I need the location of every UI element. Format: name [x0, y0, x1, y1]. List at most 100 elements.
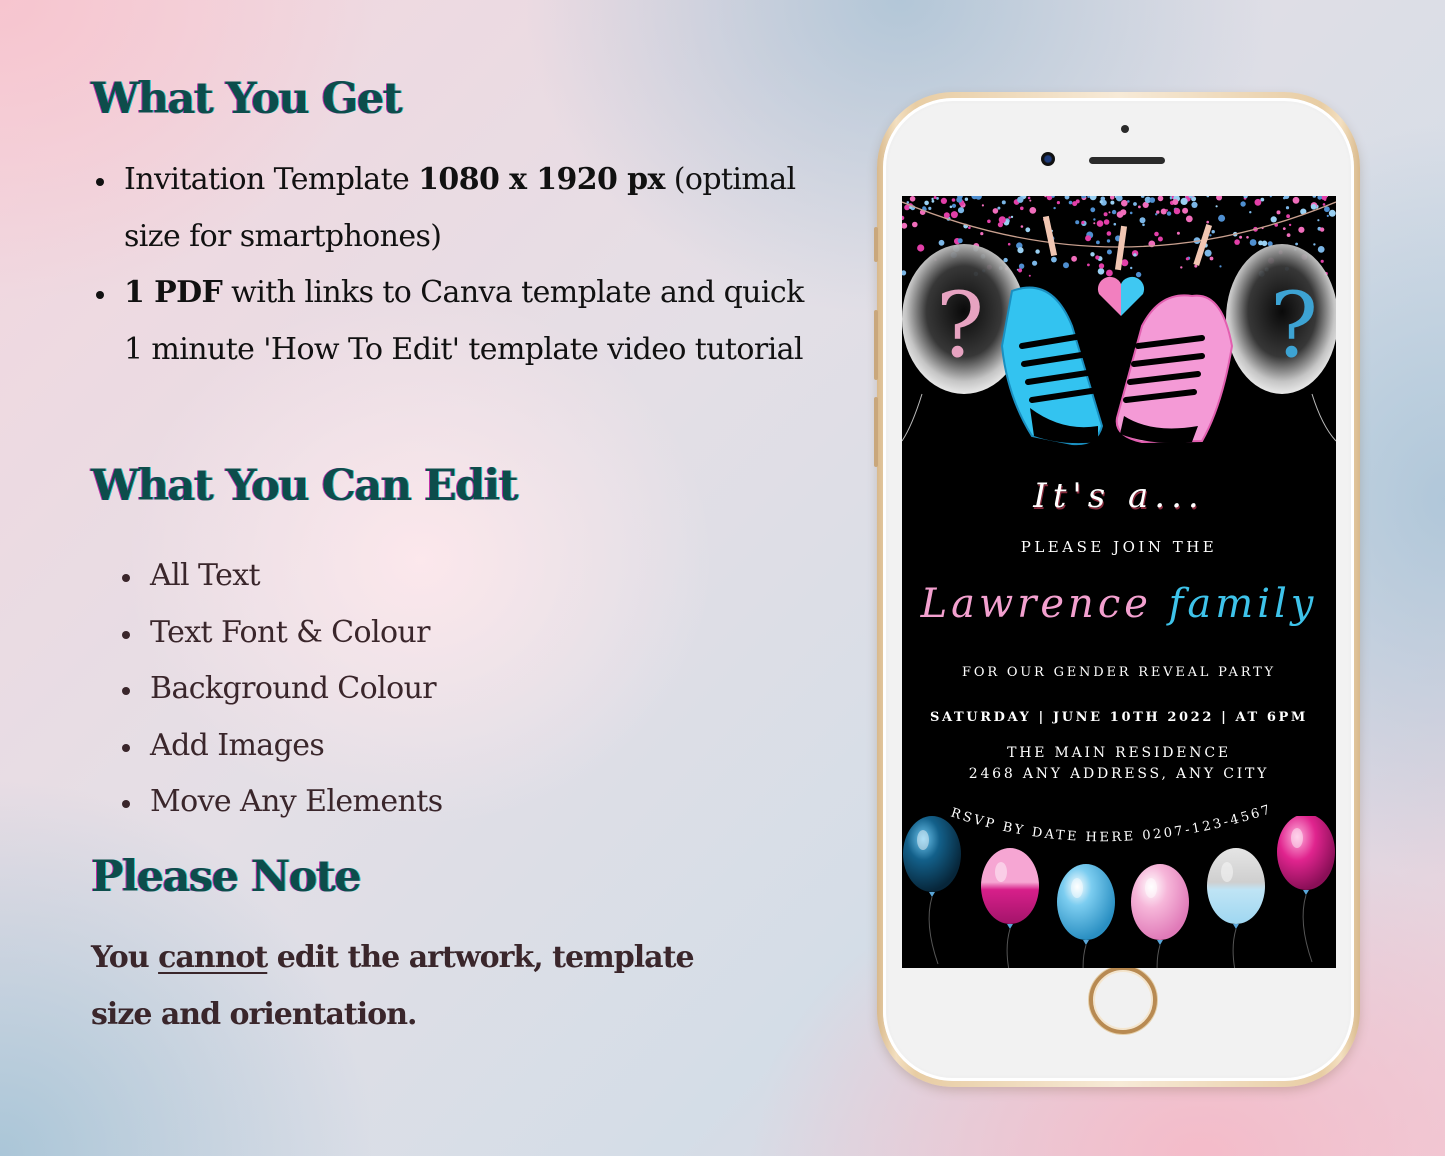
confetti-dot [998, 216, 1006, 224]
confetti-dot [1286, 214, 1290, 219]
confetti-dot [1322, 203, 1326, 206]
list-item-bold: 1080 x 1920 px [418, 162, 665, 197]
confetti-dot [964, 197, 969, 201]
confetti-dot [931, 197, 934, 201]
confetti-dot [1292, 196, 1300, 204]
confetti-dot [980, 232, 984, 236]
confetti-dot [1032, 260, 1038, 266]
confetti-dot [1173, 207, 1181, 215]
balloon-pink-glitter-drip-icon [981, 848, 1039, 968]
what-you-can-edit-heading: What You Can Edit [91, 461, 518, 511]
confetti-dot [1165, 209, 1168, 212]
confetti-dot [1106, 269, 1113, 277]
confetti-dot [1206, 220, 1209, 224]
confetti-dot [940, 197, 947, 204]
confetti-dot [1310, 204, 1317, 210]
confetti-dot [957, 207, 965, 214]
confetti-dot [1182, 207, 1189, 214]
list-item: Text Font & Colour [122, 605, 443, 662]
confetti-dot [1108, 211, 1111, 214]
mute-switch [874, 227, 878, 262]
confetti-dot [1051, 256, 1057, 263]
confetti-dot [1129, 211, 1133, 215]
list-item: 1 PDF with links to Canva template and q… [96, 265, 824, 378]
what-you-get-heading: What You Get [91, 74, 403, 124]
confetti-dot [1008, 216, 1011, 219]
confetti-dot [1090, 207, 1096, 213]
confetti-dot [1269, 196, 1272, 198]
confetti-dot [1209, 234, 1212, 237]
confetti-dot [1166, 211, 1172, 216]
confetti-dot [1007, 242, 1011, 246]
what-you-can-edit-list: All Text Text Font & Colour Background C… [122, 548, 443, 831]
confetti-dot [1098, 263, 1105, 269]
confetti-dot [1312, 196, 1317, 198]
confetti-dot [1028, 274, 1031, 277]
list-item: Move Any Elements [122, 774, 443, 831]
confetti-dot [1087, 263, 1090, 267]
confetti-dot [1317, 196, 1322, 200]
confetti-dot [933, 196, 937, 199]
event-description: FOR OUR GENDER REVEAL PARTY [962, 665, 1276, 680]
sneaker-blue-icon [1000, 286, 1104, 446]
balloon-silver-glitter-drip-icon [1207, 848, 1265, 968]
confetti-dot [1087, 196, 1090, 198]
confetti-dot [1180, 266, 1183, 269]
confetti-dot [1209, 256, 1214, 261]
confetti-dot [1261, 240, 1268, 247]
confetti-dot [1097, 268, 1105, 275]
balloon-navy-blue-icon [903, 816, 961, 965]
confetti-dot [1288, 223, 1292, 227]
confetti-dot [1319, 227, 1325, 232]
confetti-dot [1169, 197, 1172, 200]
confetti-dot [1130, 266, 1133, 270]
confetti-dot [1246, 236, 1249, 239]
confetti-dot [1103, 219, 1110, 225]
event-venue: THE MAIN RESIDENCE [1007, 745, 1231, 761]
confetti-dot [1283, 196, 1286, 200]
volume-down-button [874, 397, 878, 467]
balloon-blue-sparkle-icon [1057, 864, 1115, 968]
confetti-dot [1206, 196, 1210, 198]
confetti-dot [1219, 265, 1222, 268]
confetti-dot [1075, 220, 1080, 225]
confetti-dot [1017, 247, 1024, 254]
its-a-heading: It's a... [1033, 476, 1205, 516]
confetti-dot [1249, 211, 1252, 214]
confetti-dot [1270, 216, 1277, 223]
confetti-dot [1010, 215, 1014, 219]
speaker-grille [1089, 157, 1165, 164]
confetti-dot [1090, 252, 1095, 257]
confetti-dot [902, 270, 907, 276]
confetti-dot [1276, 210, 1281, 215]
bottom-balloons [903, 816, 1335, 968]
confetti-dot [902, 222, 908, 229]
confetti-dot [968, 226, 971, 229]
confetti-dot [1133, 253, 1137, 257]
confetti-dot [992, 208, 999, 214]
confetti-dot [951, 203, 957, 208]
confetti-dot [1035, 249, 1040, 254]
confetti-dot [1116, 196, 1123, 202]
family-surname: Lawrence [920, 581, 1152, 627]
confetti-dot [1135, 271, 1142, 278]
confetti-dot [924, 200, 929, 206]
confetti-dot [1106, 231, 1112, 236]
camera-icon [1041, 152, 1055, 166]
confetti-dot [1328, 209, 1336, 217]
confetti-dot [1029, 207, 1037, 214]
confetti-dot [1211, 230, 1215, 234]
confetti-dot [1110, 200, 1115, 205]
event-date: SATURDAY | JUNE 10TH 2022 | AT 6PM [930, 710, 1308, 725]
family-word: family [1168, 581, 1318, 627]
list-item: Background Colour [122, 661, 443, 718]
confetti-dot [1085, 235, 1092, 242]
confetti-dot [1053, 206, 1056, 210]
family-name: Lawrence family [902, 581, 1336, 627]
confetti-dot [912, 221, 918, 228]
confetti-dot [1063, 262, 1069, 269]
confetti-dot [931, 199, 935, 203]
confetti-dot [1191, 201, 1198, 208]
confetti-dot [1111, 209, 1117, 215]
list-item: Invitation Template 1080 x 1920 px (opti… [96, 152, 824, 265]
